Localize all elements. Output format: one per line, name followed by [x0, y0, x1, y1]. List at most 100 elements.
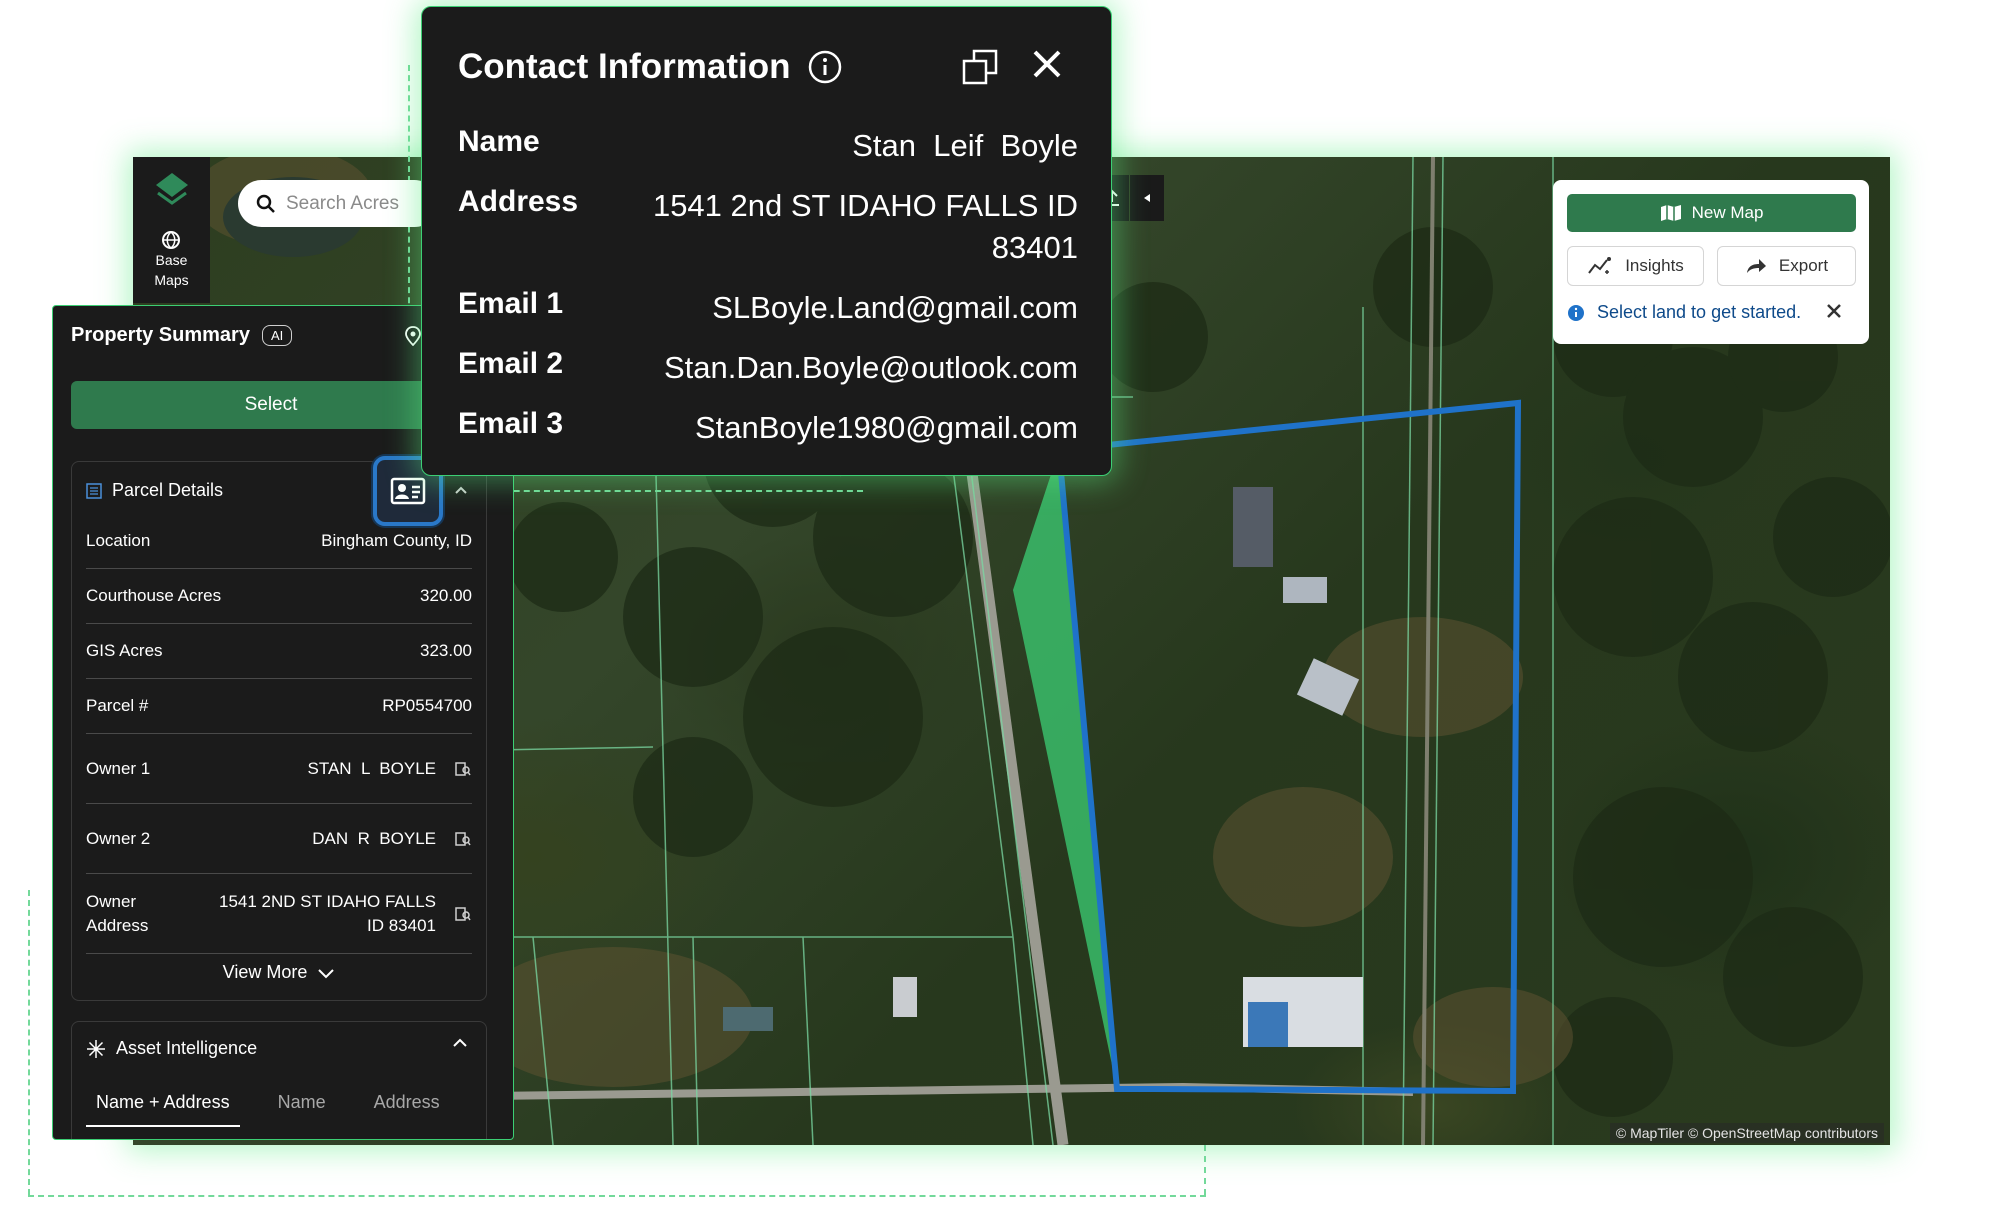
globe-icon — [162, 231, 181, 249]
row-value: 323.00 — [420, 641, 472, 660]
row-label: Location — [86, 531, 151, 550]
row-value: RP0554700 — [382, 696, 472, 715]
row-value: STAN L BOYLE — [307, 758, 437, 778]
chevron-down-icon — [318, 968, 335, 978]
hint-message: Select land to get started. — [1567, 302, 1801, 323]
contact-value[interactable]: SLBoyle.Land@gmail.com — [712, 287, 1078, 329]
pin-icon[interactable] — [405, 326, 421, 351]
parcel-details-card: Parcel Details Location Bingham County, … — [71, 461, 487, 1001]
row-label: Owner 1 — [86, 758, 151, 778]
row-label: Courthouse Acres — [86, 586, 222, 605]
export-label: Export — [1778, 256, 1829, 275]
row-value: 1541 2ND ST IDAHO FALLS ID 83401 — [219, 890, 436, 938]
chevron-up-icon[interactable] — [454, 482, 468, 500]
map-attribution: © MapTiler © OpenStreetMap contributors — [1609, 1123, 1884, 1143]
close-icon — [1827, 304, 1841, 318]
row-value: Bingham County, ID — [321, 531, 472, 550]
caret-left-icon — [1144, 194, 1150, 202]
info-icon[interactable] — [808, 50, 842, 84]
list-icon — [86, 482, 102, 499]
contact-row-name: Name Stan Leif Boyle — [458, 125, 1078, 167]
contact-row-email3: Email 3 StanBoyle1980@gmail.com — [458, 407, 1078, 449]
export-icon — [1746, 259, 1766, 273]
hint-text: Select land to get started. — [1597, 302, 1802, 322]
asset-intelligence-title: Asset Intelligence — [116, 1038, 258, 1058]
tab-address[interactable]: Address — [364, 1084, 450, 1127]
contact-card-icon — [390, 477, 426, 505]
ai-badge[interactable]: AI — [261, 325, 293, 346]
close-icon — [1033, 50, 1061, 78]
contact-label: Email 3 — [458, 407, 564, 440]
row-label: Owner 2 — [86, 828, 151, 848]
table-row: GIS Acres 323.00 — [86, 624, 472, 679]
new-map-button[interactable]: New Map — [1567, 194, 1856, 232]
insights-button[interactable]: Insights — [1567, 246, 1704, 286]
base-maps-button[interactable]: Base Maps — [154, 230, 189, 290]
sparkle-icon — [87, 1039, 105, 1058]
row-value-line2: ID 83401 — [367, 915, 436, 935]
row-value-line1: 1541 2ND ST IDAHO FALLS — [218, 891, 436, 911]
connector-line — [28, 890, 30, 1195]
copy-icon — [962, 49, 998, 85]
table-row: Courthouse Acres 320.00 — [86, 569, 472, 624]
map-icon — [1660, 205, 1681, 221]
contact-value-line1: 1541 2nd ST IDAHO FALLS ID — [652, 188, 1078, 223]
select-button[interactable]: Select — [71, 381, 471, 429]
tab-name[interactable]: Name — [268, 1084, 336, 1127]
contact-information-popup: Contact Information Name Stan Leif Boyle… — [421, 6, 1112, 476]
table-row: Parcel # RP0554700 — [86, 679, 472, 734]
contact-value-line2: 83401 — [991, 230, 1078, 265]
contact-row-address: Address 1541 2nd ST IDAHO FALLS ID 83401 — [458, 185, 1078, 269]
asset-intelligence-card: Asset Intelligence Name + Address Name A… — [71, 1021, 487, 1139]
contact-value[interactable]: Stan.Dan.Boyle@outlook.com — [664, 347, 1078, 389]
base-maps-label: Base Maps — [154, 250, 188, 290]
table-row: Owner 1 STAN L BOYLE — [86, 734, 472, 804]
contact-value[interactable]: StanBoyle1980@gmail.com — [695, 407, 1078, 449]
lookup-icon[interactable] — [454, 760, 472, 778]
row-value: DAN R BOYLE — [312, 828, 436, 848]
base-maps-label-line1: Base — [155, 252, 188, 268]
row-label: Owner Address — [86, 890, 148, 938]
row-label: Parcel # — [86, 696, 149, 715]
contact-value: Stan Leif Boyle — [852, 128, 1078, 163]
panel-title: Property Summary — [71, 324, 250, 346]
chevron-up-icon[interactable] — [452, 1036, 468, 1054]
row-label-line1: Owner — [86, 891, 137, 911]
search-input[interactable]: Search Acres — [286, 193, 399, 215]
search-bar[interactable]: Search Acres — [238, 180, 438, 227]
copy-button[interactable] — [962, 49, 998, 90]
map-actions-widget: New Map Insights Export Select land to g… — [1553, 180, 1869, 344]
contact-row-email2: Email 2 Stan.Dan.Boyle@outlook.com — [458, 347, 1078, 389]
collapse-button[interactable] — [1130, 175, 1164, 221]
table-row: Owner 2 DAN R BOYLE — [86, 804, 472, 874]
view-more-label: View More — [222, 962, 308, 982]
left-rail: Base Maps — [133, 157, 210, 303]
view-more-button[interactable]: View More — [72, 962, 486, 983]
contact-title: Contact Information — [458, 47, 791, 86]
asset-tabs: Name + Address Name Address — [86, 1084, 478, 1127]
lookup-icon[interactable] — [454, 830, 472, 848]
lookup-icon[interactable] — [454, 905, 472, 923]
parcel-details-title: Parcel Details — [112, 480, 224, 500]
info-icon — [1568, 304, 1584, 321]
table-row: Owner Address 1541 2ND ST IDAHO FALLS ID… — [86, 874, 472, 954]
new-map-label: New Map — [1691, 203, 1764, 222]
selected-parcel-outline[interactable] — [1055, 399, 1522, 1095]
contact-value: 1541 2nd ST IDAHO FALLS ID 83401 — [653, 185, 1078, 269]
close-button[interactable] — [1032, 49, 1062, 84]
connector-line — [28, 1195, 1206, 1197]
contact-label: Email 1 — [458, 287, 564, 320]
insights-icon — [1588, 257, 1612, 274]
row-label-line2: Address — [86, 915, 149, 935]
close-button[interactable] — [1825, 302, 1843, 325]
contact-label: Email 2 — [458, 347, 564, 380]
contact-row-email1: Email 1 SLBoyle.Land@gmail.com — [458, 287, 1078, 329]
parcel-rows: Location Bingham County, ID Courthouse A… — [86, 514, 472, 954]
contact-label: Name — [458, 125, 540, 158]
tab-name-address[interactable]: Name + Address — [86, 1084, 240, 1127]
base-maps-label-line2: Maps — [154, 272, 189, 288]
export-button[interactable]: Export — [1717, 246, 1856, 286]
row-value: 320.00 — [420, 586, 472, 605]
layers-icon[interactable] — [154, 171, 190, 216]
row-label: GIS Acres — [86, 641, 163, 660]
